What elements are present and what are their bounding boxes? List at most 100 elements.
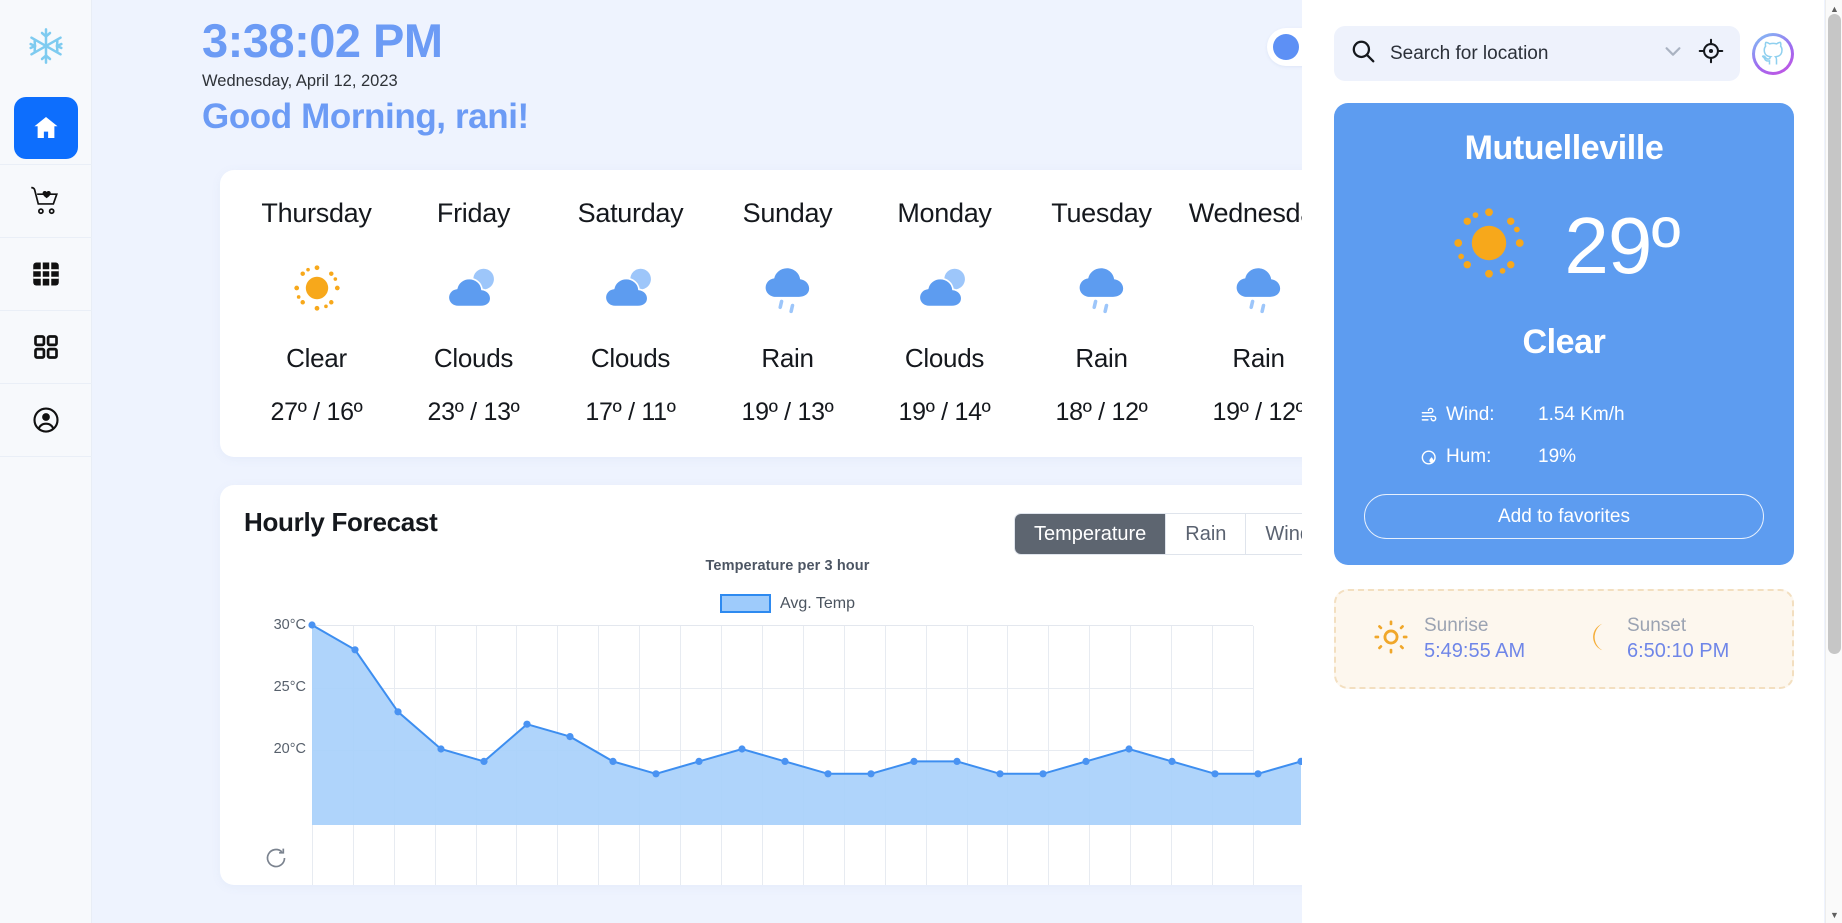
sidebar-item-apps[interactable] xyxy=(0,311,92,384)
search-icon xyxy=(1350,38,1376,69)
sunset-time: 6:50:10 PM xyxy=(1627,640,1730,662)
refresh-icon[interactable] xyxy=(264,846,290,872)
forecast-day[interactable]: Tuesday Rain 18º / 12º xyxy=(1023,198,1180,427)
current-temperature: 29º xyxy=(1564,200,1680,290)
tab-temperature[interactable]: Temperature xyxy=(1015,514,1167,555)
account-icon xyxy=(32,407,59,433)
humidity-label: Hum: xyxy=(1446,446,1492,467)
forecast-day[interactable]: Sunday Rain 19º / 13º xyxy=(709,198,866,427)
cloud-sun-icon xyxy=(441,245,507,331)
wind-stat: Wind: 1.54 Km/h xyxy=(1420,404,1764,426)
y-tick-30: 30°C xyxy=(273,617,306,634)
forecast-day[interactable]: Saturday Clouds 17º / 11º xyxy=(552,198,709,427)
sidebar-item-home[interactable] xyxy=(0,92,92,165)
crosshair-icon[interactable] xyxy=(1698,38,1724,69)
cloud-sun-icon xyxy=(598,245,664,331)
day-name: Monday xyxy=(897,198,992,229)
toggle-knob xyxy=(1273,34,1299,60)
home-icon xyxy=(34,117,57,138)
forecast-day[interactable]: Monday Clouds 19º / 14º xyxy=(866,198,1023,427)
forecast-day[interactable]: Thursday Clear 27º / 16º xyxy=(238,198,395,427)
hourly-forecast-card: Hourly Forecast Temperature Rain Wind Te… xyxy=(220,485,1302,886)
chart-legend: Avg. Temp xyxy=(244,594,1302,614)
scroll-thumb[interactable] xyxy=(1828,14,1841,654)
day-temps: 27º / 16º xyxy=(270,398,363,427)
moon-icon xyxy=(1577,619,1613,660)
day-name: Sunday xyxy=(742,198,833,229)
hourly-metric-tabs: Temperature Rain Wind xyxy=(1014,513,1302,556)
forecast-day[interactable]: Wednesday Rain 19º / 12º xyxy=(1180,198,1302,427)
current-city: Mutuelleville xyxy=(1464,129,1664,167)
sun-icon xyxy=(289,245,345,331)
search-input[interactable] xyxy=(1390,42,1648,65)
sidebar-item-table[interactable] xyxy=(0,238,92,311)
greeting-block: 3:38:02 PM Wednesday, April 12, 2023 Goo… xyxy=(92,0,1302,137)
sidebar-item-cart[interactable] xyxy=(0,165,92,238)
chevron-down-icon[interactable] xyxy=(1662,40,1684,67)
clock-date: Wednesday, April 12, 2023 xyxy=(202,72,398,91)
clock-time: 3:38:02 PM xyxy=(202,14,443,67)
y-tick-25: 25°C xyxy=(273,679,306,696)
page-scrollbar[interactable]: ▲ ▼ xyxy=(1825,0,1842,923)
forecast-day[interactable]: Friday Clouds 23º / 13º xyxy=(395,198,552,427)
day-name: Friday xyxy=(436,198,511,229)
chart-title: Temperature per 3 hour xyxy=(705,558,870,575)
scroll-down-arrow[interactable]: ▼ xyxy=(1826,906,1842,923)
day-condition: Clouds xyxy=(590,343,671,374)
sunset-label: Sunset xyxy=(1627,615,1687,636)
unit-toggle[interactable] xyxy=(1267,28,1302,66)
day-temps: 19º / 13º xyxy=(741,398,834,427)
day-name: Saturday xyxy=(577,198,684,229)
chart-series-avg-temp xyxy=(308,621,1302,826)
right-panel: Mutuelleville 29º Clear xyxy=(1302,0,1824,923)
day-name: Thursday xyxy=(261,198,372,229)
sunrise-sun-icon xyxy=(1372,618,1410,661)
current-condition: Clear xyxy=(1522,323,1606,361)
grid-apps-icon xyxy=(33,335,58,359)
day-name: Tuesday xyxy=(1051,198,1152,229)
day-temps: 17º / 11º xyxy=(585,398,676,427)
app-logo[interactable] xyxy=(0,0,92,92)
current-weather-card: Mutuelleville 29º Clear Wind: 1.54 Km/h … xyxy=(1334,103,1794,565)
sunrise-time: 5:49:55 AM xyxy=(1424,640,1526,662)
day-condition: Clear xyxy=(286,343,347,374)
chart-plot: 30°C 25°C 20°C xyxy=(244,617,1302,886)
humidity-icon xyxy=(1420,448,1446,467)
sun-icon xyxy=(1448,202,1530,289)
day-condition: Rain xyxy=(761,343,814,374)
greeting-text: Good Morning, rani! xyxy=(202,97,529,137)
day-temps: 18º / 12º xyxy=(1055,398,1148,427)
day-temps: 19º / 14º xyxy=(898,398,991,427)
tab-wind[interactable]: Wind xyxy=(1246,514,1302,555)
avatar[interactable] xyxy=(1752,32,1794,75)
wind-label: Wind: xyxy=(1446,404,1495,425)
humidity-value: 19% xyxy=(1538,446,1577,467)
current-stats: Wind: 1.54 Km/h Hum: 19% xyxy=(1364,404,1764,468)
snowflake-icon xyxy=(28,28,63,64)
sunrise-sunset-card: Sunrise 5:49:55 AM Sunset 6:50:10 PM xyxy=(1334,589,1794,689)
day-temps: 19º / 12º xyxy=(1212,398,1302,427)
location-searchbar[interactable] xyxy=(1334,26,1740,81)
humidity-stat: Hum: 19% xyxy=(1420,446,1764,468)
sidebar xyxy=(0,0,92,923)
day-condition: Rain xyxy=(1232,343,1285,374)
temperature-chart: Temperature per 3 hour Avg. Temp 30°C 25… xyxy=(244,558,1302,886)
day-condition: Clouds xyxy=(904,343,985,374)
weekly-forecast-card: Thursday Clear 27º / 16º Friday Clouds 2… xyxy=(220,170,1302,458)
day-condition: Rain xyxy=(1075,343,1128,374)
day-temps: 23º / 13º xyxy=(427,398,520,427)
wind-value: 1.54 Km/h xyxy=(1538,404,1625,425)
day-condition: Clouds xyxy=(433,343,514,374)
legend-label-avg-temp: Avg. Temp xyxy=(779,594,855,612)
cloud-rain-icon xyxy=(1072,245,1132,331)
add-to-favorites-button[interactable]: Add to favorites xyxy=(1364,494,1764,539)
sidebar-item-account[interactable] xyxy=(0,384,92,457)
cloud-sun-icon xyxy=(912,245,978,331)
sunrise-block: Sunrise 5:49:55 AM xyxy=(1372,615,1551,663)
table-icon xyxy=(32,262,59,286)
tab-rain[interactable]: Rain xyxy=(1166,514,1247,555)
cloud-rain-icon xyxy=(758,245,818,331)
github-cat-icon xyxy=(1755,35,1791,72)
sunrise-label: Sunrise xyxy=(1424,615,1489,636)
current-weather-main: 29º xyxy=(1364,202,1764,289)
